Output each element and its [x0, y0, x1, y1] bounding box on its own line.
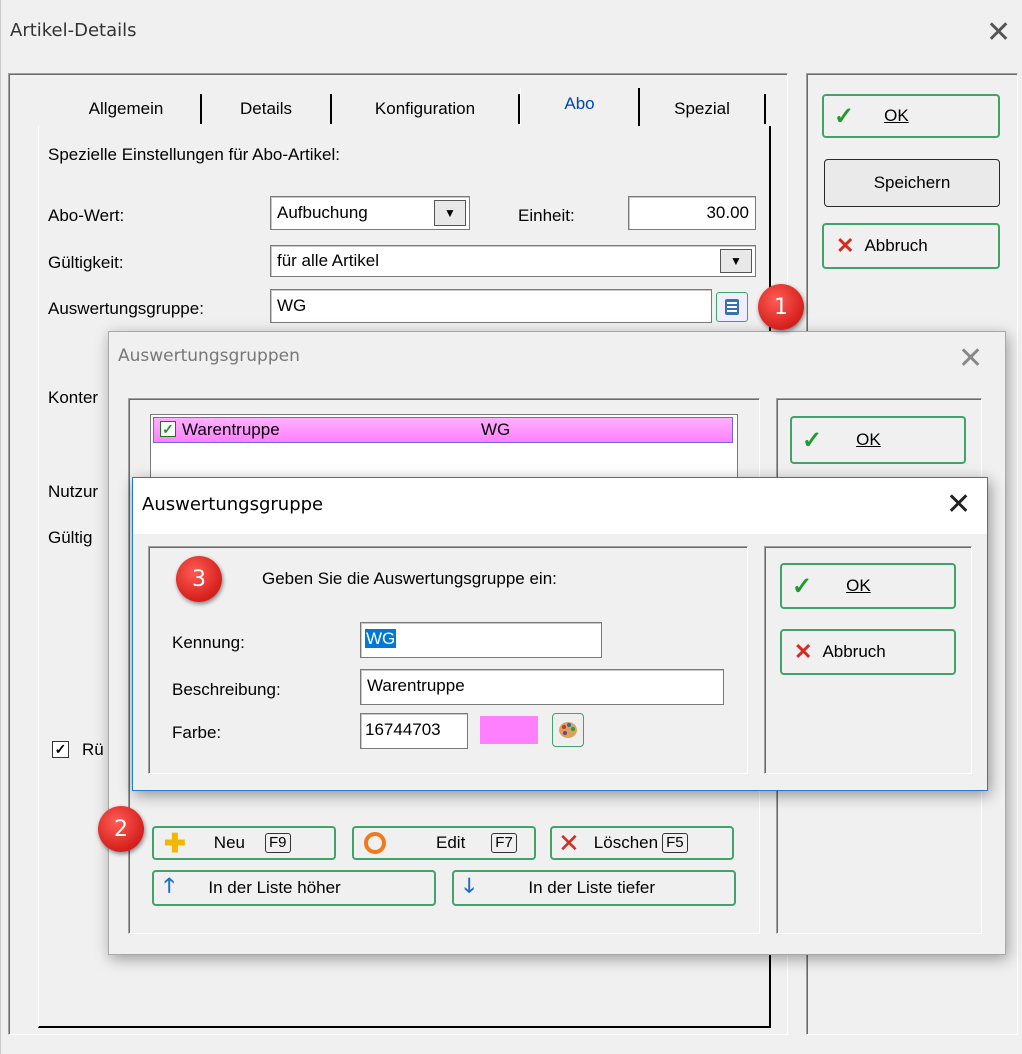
- konten-label: Konter: [48, 388, 99, 407]
- gueltigkeit-label: Gültigkeit:: [48, 253, 124, 272]
- gueltigkeit-dropdown-icon[interactable]: ▼: [720, 249, 752, 273]
- color-swatch: [480, 716, 538, 744]
- rueckbuchung-label: Rü: [82, 740, 104, 759]
- abo-wert-dropdown-icon[interactable]: ▼: [434, 200, 466, 226]
- plus-icon: ✚: [164, 828, 186, 858]
- rueckbuchung-checkbox[interactable]: ✓: [52, 741, 69, 758]
- color-picker-button[interactable]: [552, 713, 584, 747]
- einheit-label: Einheit:: [518, 206, 575, 225]
- group-prompt: Geben Sie die Auswertungsgruppe ein:: [262, 569, 557, 588]
- cross-icon: ✕: [836, 233, 855, 258]
- step-badge-2: 2: [98, 806, 144, 852]
- arrow-up-icon: 🡑: [164, 875, 175, 897]
- delete-button[interactable]: ✕ Löschen F5: [550, 826, 734, 860]
- auswertungsgruppe-label: Auswertungsgruppe:: [48, 299, 204, 318]
- new-shortcut: F9: [264, 833, 291, 853]
- move-down-button[interactable]: 🡓 In der Liste tiefer: [452, 870, 736, 906]
- kennung-input[interactable]: WG: [360, 622, 602, 658]
- group-close-icon[interactable]: ✕: [946, 490, 971, 520]
- groups-dialog-title: Auswertungsgruppen: [118, 346, 300, 366]
- group-cancel-button[interactable]: ✕ Abbruch: [780, 629, 956, 675]
- section-heading: Spezielle Einstellungen für Abo-Artikel:: [48, 145, 340, 164]
- list-item[interactable]: ✓ Warentruppe WG: [153, 417, 733, 443]
- einheit-input[interactable]: 30.00: [628, 196, 756, 230]
- cross-icon: ✕: [794, 639, 813, 664]
- beschreibung-input[interactable]: Warentruppe: [360, 669, 724, 705]
- move-up-button[interactable]: 🡑 In der Liste höher: [152, 870, 436, 906]
- tab-abo[interactable]: Abo: [520, 88, 640, 126]
- tab-details[interactable]: Details: [202, 94, 332, 124]
- groups-close-icon[interactable]: ✕: [958, 344, 983, 374]
- edit-button[interactable]: Edit F7: [352, 826, 536, 860]
- ring-icon: [364, 832, 386, 854]
- step-badge-3: 3: [176, 556, 222, 602]
- abo-wert-label: Abo-Wert:: [48, 206, 125, 225]
- step-badge-1: 1: [758, 284, 804, 330]
- list-item-name: Warentruppe: [182, 420, 280, 439]
- auswertungsgruppe-lookup-button[interactable]: [716, 292, 748, 322]
- kennung-label: Kennung:: [172, 633, 245, 652]
- edit-shortcut: F7: [491, 833, 517, 853]
- palette-icon: [559, 722, 577, 738]
- auswertungsgruppe-input[interactable]: WG: [270, 289, 712, 323]
- delete-shortcut: F5: [662, 833, 688, 853]
- farbe-input[interactable]: 16744703: [360, 713, 468, 749]
- group-dialog-title: Auswertungsgruppe: [142, 494, 324, 515]
- main-close-icon[interactable]: ✕: [986, 18, 1011, 48]
- main-save-button[interactable]: Speichern: [824, 159, 1000, 207]
- gueltigkeit-select[interactable]: für alle Artikel: [270, 245, 756, 277]
- groups-ok-button[interactable]: ✓ OK: [790, 416, 966, 464]
- main-window-title: Artikel-Details: [10, 20, 137, 41]
- tab-spezial[interactable]: Spezial: [640, 94, 766, 124]
- tab-konfiguration[interactable]: Konfiguration: [332, 94, 520, 124]
- nutzung-label: Nutzur: [48, 482, 99, 501]
- check-icon: ✓: [802, 426, 823, 454]
- list-icon: [725, 299, 739, 315]
- arrow-down-icon: 🡓: [464, 875, 475, 897]
- tab-allgemein[interactable]: Allgemein: [52, 94, 202, 124]
- main-ok-button[interactable]: ✓ OK: [822, 94, 1000, 138]
- check-icon: ✓: [834, 102, 855, 130]
- list-item-checkbox[interactable]: ✓: [160, 421, 176, 437]
- group-ok-button[interactable]: ✓ OK: [780, 563, 956, 609]
- check-icon: ✓: [792, 572, 813, 600]
- list-item-code: WG: [481, 420, 511, 439]
- farbe-label: Farbe:: [172, 723, 222, 742]
- beschreibung-label: Beschreibung:: [172, 680, 281, 699]
- main-cancel-button[interactable]: ✕ Abbruch: [822, 223, 1000, 269]
- new-button[interactable]: ✚ Neu F9: [152, 826, 336, 860]
- gueltig-label: Gültig: [48, 528, 93, 547]
- delete-icon: ✕: [558, 828, 580, 858]
